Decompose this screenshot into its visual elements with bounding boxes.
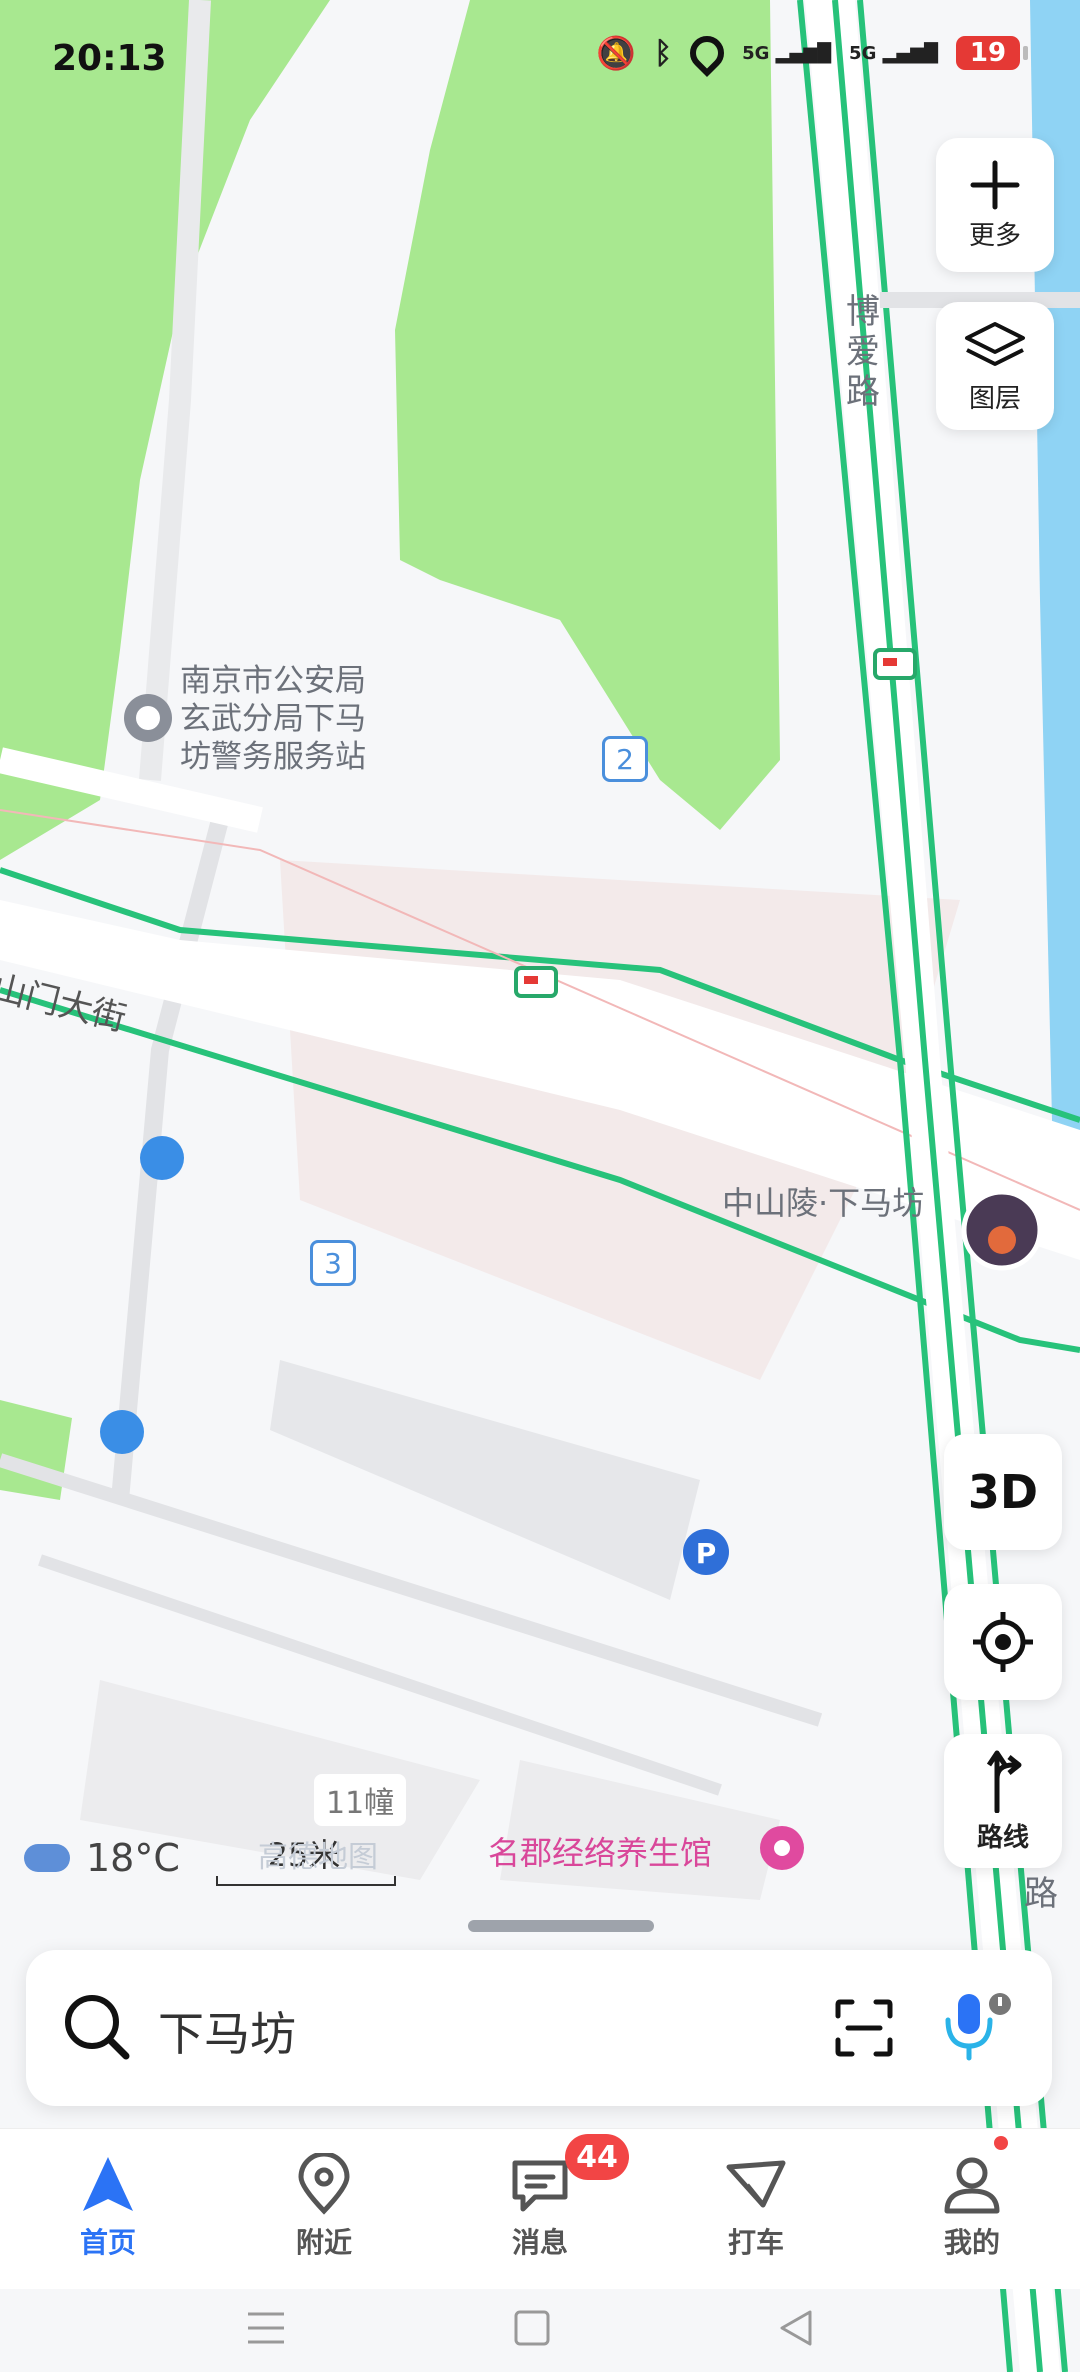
metro-exit-2[interactable]: 2 bbox=[602, 736, 648, 782]
home-nav-icon[interactable] bbox=[512, 2308, 552, 2348]
3d-toggle-button[interactable]: 3D bbox=[944, 1434, 1062, 1550]
status-bar: 20:13 🔕 ᛒ 5G ▂▄▆█ 5G ▂▄▆█ 19 bbox=[0, 0, 1080, 120]
navigate-arrow-icon bbox=[83, 2157, 133, 2211]
tab-taxi[interactable]: 打车 bbox=[686, 2153, 826, 2261]
locate-icon bbox=[973, 1612, 1033, 1672]
scan-icon[interactable] bbox=[832, 1996, 896, 2060]
back-nav-icon[interactable] bbox=[776, 2308, 816, 2348]
metro-exit-3[interactable]: 3 bbox=[310, 1240, 356, 1286]
status-time: 20:13 bbox=[52, 38, 167, 79]
search-input[interactable]: 下马坊 bbox=[158, 1998, 296, 2064]
more-button[interactable]: 更多 bbox=[936, 138, 1054, 272]
map-watermark: 高德地图 bbox=[258, 1840, 378, 1875]
building-label: 11幢 bbox=[314, 1774, 407, 1826]
road-label-right: 路 bbox=[1024, 1874, 1058, 1914]
search-icon bbox=[65, 1995, 130, 2060]
tab-nearby[interactable]: 附近 bbox=[254, 2153, 394, 2261]
station-label[interactable]: 中山陵·下马坊 bbox=[722, 1178, 924, 1224]
road-label-boai: 博爱路 bbox=[846, 292, 880, 412]
route-icon bbox=[986, 1750, 1022, 1813]
message-icon bbox=[512, 2160, 568, 2212]
system-nav-bar bbox=[0, 2300, 1080, 2372]
cloud-icon bbox=[24, 1844, 70, 1872]
bluetooth-icon: ᛒ bbox=[654, 35, 673, 71]
search-bar[interactable]: 下马坊 bbox=[26, 1950, 1052, 2106]
location-pin-icon bbox=[298, 2153, 350, 2215]
plus-icon bbox=[970, 160, 1020, 209]
spa-label[interactable]: 名郡经络养生馆 bbox=[488, 1828, 712, 1874]
messages-badge: 44 bbox=[565, 2134, 629, 2180]
profile-notification-dot bbox=[994, 2136, 1008, 2150]
battery-icon: 19 bbox=[956, 36, 1028, 70]
locate-button[interactable] bbox=[944, 1584, 1062, 1700]
transfer-icon-2 bbox=[100, 1410, 144, 1454]
user-icon bbox=[944, 2157, 1000, 2214]
route-button[interactable]: 路线 bbox=[944, 1734, 1062, 1868]
tab-home[interactable]: 首页 bbox=[38, 2153, 178, 2261]
mute-icon: 🔕 bbox=[596, 34, 637, 72]
signal-icon-1: 5G ▂▄▆█ bbox=[742, 42, 832, 64]
tab-profile[interactable]: 我的 bbox=[902, 2153, 1042, 2261]
voice-mic-icon[interactable] bbox=[944, 1990, 1014, 2066]
transfer-icon-1 bbox=[140, 1136, 184, 1180]
taxi-flag-icon bbox=[726, 2160, 786, 2208]
police-station-label[interactable]: 南京市公安局 玄武分局下马 坊警务服务站 bbox=[180, 662, 366, 776]
layers-button[interactable]: 图层 bbox=[936, 302, 1054, 430]
bus-stop-icon-1 bbox=[873, 648, 917, 680]
location-icon bbox=[683, 28, 732, 78]
signal-icon-2: 5G ▂▄▆█ bbox=[849, 42, 938, 64]
weather-widget[interactable]: 18°C bbox=[24, 1836, 180, 1880]
bus-stop-icon-2 bbox=[514, 966, 558, 998]
recent-apps-icon[interactable] bbox=[244, 2308, 288, 2348]
bottom-tab-bar: 首页 附近 消息 打车 我的 bbox=[0, 2128, 1080, 2289]
sheet-drag-handle[interactable] bbox=[468, 1920, 654, 1932]
layers-icon bbox=[965, 321, 1025, 366]
svg-text:P: P bbox=[696, 1537, 717, 1570]
